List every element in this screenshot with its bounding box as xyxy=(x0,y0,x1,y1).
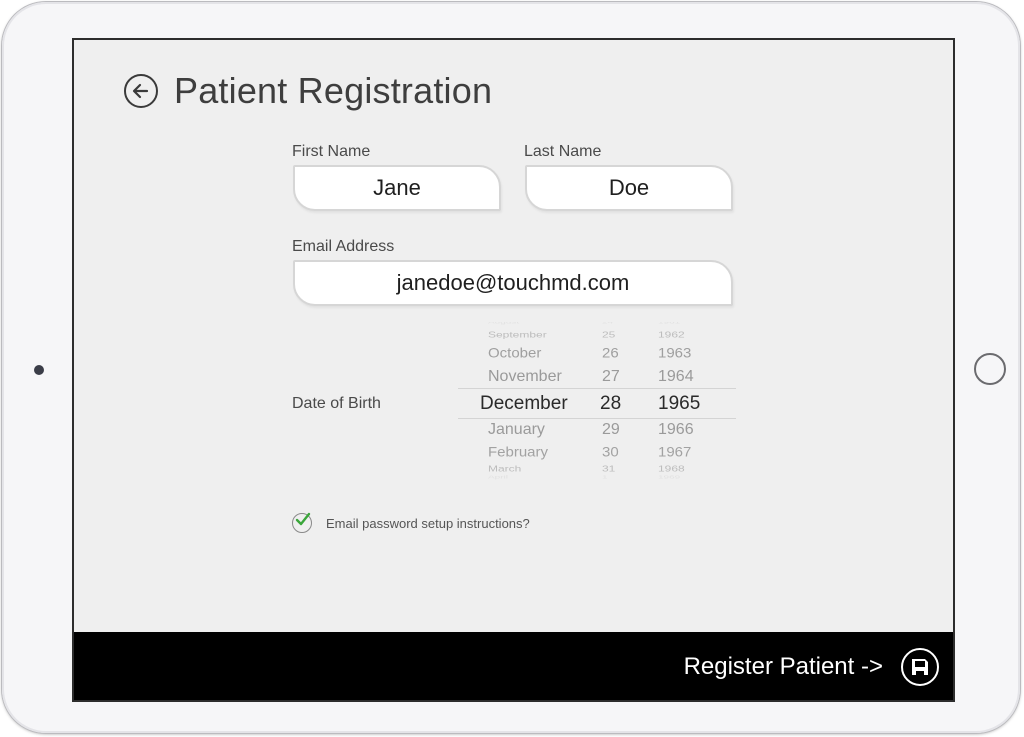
picker-month: September xyxy=(488,330,547,340)
footer-bar: Register Patient -> xyxy=(74,632,953,700)
first-name-label: First Name xyxy=(292,143,371,160)
picker-day: 25 xyxy=(602,330,616,340)
checkbox-circle[interactable] xyxy=(292,512,312,533)
dob-label: Date of Birth xyxy=(292,395,381,412)
picker-year: 1966 xyxy=(658,421,694,438)
picker-row[interactable]: April 1 1969 xyxy=(458,475,736,482)
page-title: Patient Registration xyxy=(174,70,493,111)
picker-month: February xyxy=(488,445,549,461)
register-patient-button[interactable]: Register Patient -> xyxy=(684,648,939,686)
picker-year: 1964 xyxy=(658,368,694,385)
floppy-disk-icon xyxy=(912,659,928,675)
picker-row-selected[interactable]: December 28 1965 xyxy=(458,393,736,417)
back-button[interactable] xyxy=(124,74,158,108)
picker-day: 29 xyxy=(602,421,620,438)
picker-year: 1962 xyxy=(658,330,685,340)
home-button[interactable] xyxy=(974,353,1006,385)
picker-year: 1963 xyxy=(658,346,692,362)
app-screen: Patient Registration First Name Last Nam… xyxy=(72,38,955,702)
first-name-input[interactable] xyxy=(295,174,499,202)
picker-row[interactable]: November 27 1964 xyxy=(458,368,736,392)
picker-day: 27 xyxy=(602,368,620,385)
checkmark-icon xyxy=(295,512,311,526)
date-of-birth-picker[interactable]: August 24 1961 September 25 1962 October 26 1963… xyxy=(458,322,736,482)
picker-month: December xyxy=(480,393,568,414)
email-instructions-label: Email password setup instructions? xyxy=(326,515,530,531)
email-label: Email Address xyxy=(292,238,395,255)
picker-year: 1968 xyxy=(658,464,685,474)
last-name-field[interactable] xyxy=(525,165,733,211)
picker-year: 1967 xyxy=(658,445,692,461)
first-name-field[interactable] xyxy=(293,165,501,211)
picker-day: 1 xyxy=(602,475,608,480)
picker-month: April xyxy=(488,475,509,480)
picker-separator-bottom xyxy=(458,418,736,419)
picker-row[interactable]: October 26 1963 xyxy=(458,346,736,368)
email-field[interactable] xyxy=(293,260,733,306)
picker-year: 1965 xyxy=(658,393,701,414)
email-instructions-checkbox[interactable]: Email password setup instructions? xyxy=(292,512,530,533)
picker-month: March xyxy=(488,464,522,474)
last-name-label: Last Name xyxy=(524,143,602,160)
picker-day: 31 xyxy=(602,464,616,474)
camera-icon xyxy=(34,365,44,375)
save-button-circle[interactable] xyxy=(901,648,939,686)
picker-year: 1969 xyxy=(658,475,681,480)
register-patient-label: Register Patient -> xyxy=(683,653,883,680)
picker-row[interactable]: September 25 1962 xyxy=(458,330,736,347)
arrow-left-icon xyxy=(132,83,149,99)
ipad-frame: Patient Registration First Name Last Nam… xyxy=(2,2,1020,733)
picker-month: October xyxy=(488,346,542,362)
email-input[interactable] xyxy=(295,269,731,297)
picker-month: August xyxy=(488,322,520,325)
picker-day: 28 xyxy=(600,393,622,414)
picker-day: 30 xyxy=(602,445,619,461)
picker-year: 1961 xyxy=(658,322,681,325)
picker-month: November xyxy=(488,368,562,385)
last-name-input[interactable] xyxy=(527,174,731,202)
picker-day: 26 xyxy=(602,346,619,362)
page-header: Patient Registration xyxy=(124,70,492,112)
picker-month: January xyxy=(488,421,545,438)
picker-day: 24 xyxy=(602,322,614,325)
picker-row[interactable]: January 29 1966 xyxy=(458,421,736,445)
